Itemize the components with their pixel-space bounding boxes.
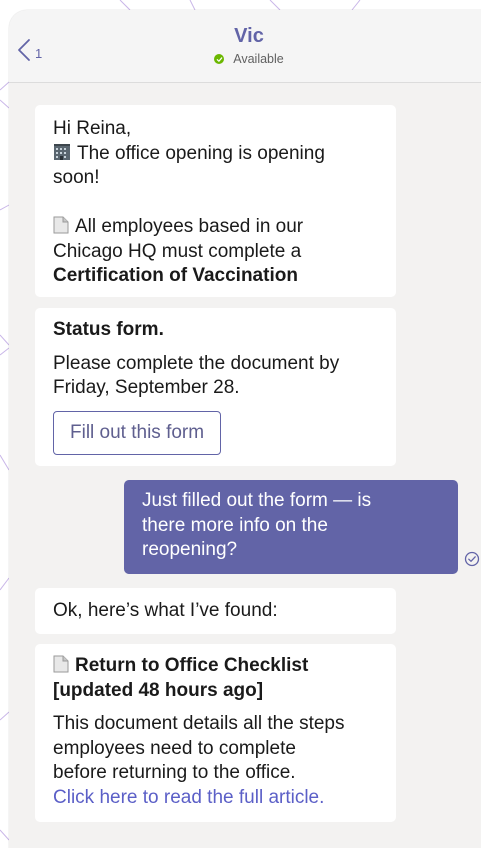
- message-text: Chicago HQ must complete a: [53, 240, 302, 262]
- card-title: Return to Office Checklist: [75, 655, 309, 676]
- card-title: Status form.: [53, 319, 164, 340]
- card-subtitle: [updated 48 hours ago]: [53, 679, 264, 701]
- fill-out-form-button[interactable]: Fill out this form: [53, 410, 222, 455]
- chat-header: 1 Vic Available: [9, 10, 481, 83]
- document-icon: [53, 655, 69, 673]
- read-article-link[interactable]: Click here to read the full article.: [53, 786, 378, 811]
- message-bubble-incoming: Return to Office Checklist [updated 48 h…: [35, 644, 396, 822]
- checkmark-icon: [214, 54, 225, 64]
- message-text: Please complete the document by: [53, 352, 340, 374]
- message-text: soon!: [53, 167, 100, 188]
- message-text: Just filled out the form — is: [142, 490, 372, 511]
- message-text: Ok, here’s what I’ve found:: [53, 600, 278, 621]
- message-text: Friday, September 28.: [53, 377, 240, 398]
- message-text: This document details all the steps: [53, 713, 345, 734]
- message-text: before returning to the office.: [53, 762, 296, 783]
- contact-name[interactable]: Vic: [9, 25, 481, 48]
- read-receipt-icon: [464, 551, 480, 567]
- message-text: there more info on the: [142, 514, 328, 536]
- message-bubble-incoming: Ok, here’s what I’ve found:: [35, 588, 396, 634]
- chat-window: 1 Vic Available Hi Reina, The office ope: [9, 10, 481, 848]
- message-bubble-incoming: Hi Reina, The office opening is opening …: [35, 105, 396, 297]
- message-bubble-incoming: Status form. Please complete the documen…: [35, 308, 396, 466]
- document-icon: [53, 216, 69, 234]
- presence-label: Available: [233, 52, 284, 66]
- presence-status: Available: [9, 52, 481, 66]
- message-bubble-outgoing: Just filled out the form — is there more…: [124, 480, 458, 574]
- message-text: reopening?: [142, 539, 238, 560]
- message-text: All employees based in our: [75, 216, 304, 237]
- message-text: The office opening is opening: [77, 142, 325, 164]
- message-text: Hi Reina,: [53, 118, 132, 139]
- office-building-icon: [54, 143, 70, 160]
- message-text: Certification of Vaccination: [53, 265, 298, 286]
- message-text: employees need to complete: [53, 737, 296, 759]
